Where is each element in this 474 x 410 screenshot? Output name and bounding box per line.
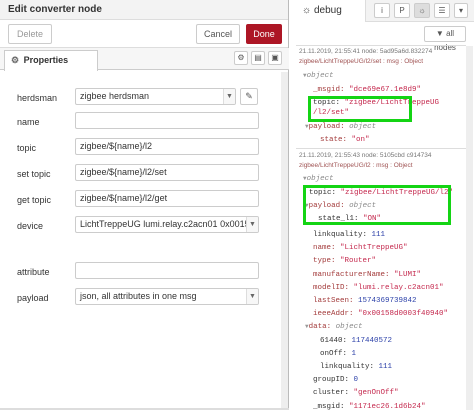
- chevron-down-icon[interactable]: ▾: [454, 3, 468, 18]
- message-meta: 21.11.2019, 21:55:43 node: 5105cbd c9147…: [299, 152, 432, 159]
- tab-properties-label: Properties: [23, 55, 69, 65]
- edit-node-tray: Edit converter node Delete Cancel Done ⚙…: [0, 0, 289, 410]
- bug-icon: ☼: [302, 5, 312, 16]
- tree-row: type: "Router": [313, 257, 377, 265]
- get-topic-label: get topic: [17, 195, 52, 205]
- gear-icon: ⚙: [11, 55, 20, 65]
- tree-row[interactable]: ▼object: [303, 175, 334, 183]
- tab-properties[interactable]: ⚙ Properties: [4, 50, 98, 71]
- tree-row: groupID: 0: [313, 376, 359, 384]
- tree-row: name: "LichtTreppeUG": [313, 244, 408, 252]
- properties-tab-bar: ⚙ Properties ⚙ ▤ ▣: [0, 48, 289, 71]
- tab-debug-label: debug: [313, 5, 342, 16]
- tree-row[interactable]: ▼object: [303, 72, 334, 80]
- config-icon[interactable]: ☰: [434, 3, 450, 18]
- highlight-box: [303, 185, 451, 225]
- payload-select[interactable]: json, all attributes in one msg ▼: [75, 288, 259, 305]
- message-path[interactable]: zigbee/LichtTreppeUG/l2 : msg : Object: [299, 162, 413, 169]
- filter-icon: ▼: [435, 29, 444, 38]
- tray-toolbar: Delete Cancel Done: [0, 20, 288, 48]
- set-topic-input[interactable]: zigbee/${name}/l2/set: [75, 164, 259, 181]
- highlight-box: [308, 96, 412, 122]
- herdsman-select[interactable]: zigbee herdsman ▼: [75, 88, 236, 105]
- info-icon[interactable]: i: [374, 3, 390, 18]
- filter-nodes-button[interactable]: ▼ all nodes: [424, 26, 466, 52]
- debug-filter-bar: ▼ all nodes: [296, 24, 466, 52]
- name-input[interactable]: [75, 112, 259, 129]
- sidebar-header: ☼ debug i P ☼ ☰ ▾: [296, 0, 474, 22]
- tree-row: linkquality: 111: [313, 231, 386, 239]
- payload-label: payload: [17, 293, 49, 303]
- tree-row: 61440: 117440572: [320, 337, 393, 345]
- debug-scrollbar[interactable]: [466, 46, 473, 410]
- set-topic-label: set topic: [17, 169, 51, 179]
- tree-row: modelID: "lumi.relay.c2acn01": [313, 284, 444, 292]
- topic-input[interactable]: zigbee/${name}/l2: [75, 138, 259, 155]
- device-select[interactable]: LichtTreppeUG lumi.relay.c2acn01 0x00158…: [75, 216, 259, 233]
- divider: [296, 148, 466, 149]
- tab-debug[interactable]: ☼ debug: [296, 0, 366, 22]
- tree-row: cluster: "genOnOff": [313, 389, 399, 397]
- tree-row: onOff: 1: [320, 350, 357, 358]
- attribute-label: attribute: [17, 267, 50, 277]
- tree-row[interactable]: ▼payload: object: [305, 123, 376, 131]
- tray-title: Edit converter node: [0, 0, 288, 20]
- herdsman-value: zigbee herdsman: [80, 91, 150, 101]
- chevron-down-icon: ▼: [246, 217, 258, 232]
- device-label: device: [17, 221, 44, 231]
- payload-value: json, all attributes in one msg: [80, 291, 197, 301]
- pencil-icon: ✎: [245, 91, 253, 101]
- help-icon[interactable]: P: [394, 3, 410, 18]
- cancel-button[interactable]: Cancel: [196, 24, 240, 44]
- attribute-select[interactable]: [75, 262, 259, 279]
- tree-row: _msgid: "dce69e67.1e8d9": [313, 86, 422, 94]
- chevron-down-icon: ▼: [223, 89, 235, 104]
- chevron-down-icon: ▼: [246, 289, 258, 304]
- device-value: LichtTreppeUG lumi.relay.c2acn01 0x00158…: [80, 219, 259, 229]
- topic-label: topic: [17, 143, 37, 153]
- message-meta: 21.11.2019, 21:55:41 node: 5ad95a6d.8322…: [299, 48, 433, 55]
- tree-row[interactable]: ▼data: object: [305, 323, 363, 331]
- tree-row: linkquality: 111: [320, 363, 393, 371]
- herdsman-label: herdsman: [17, 93, 58, 103]
- tree-row: _msgid: "1171ec26.1d6b24": [313, 403, 426, 410]
- message-path[interactable]: zigbee/LichtTreppeUG/l2/set : msg : Obje…: [299, 58, 423, 65]
- tree-row: ieeeAddr: "0x00158d0003f40940": [313, 310, 449, 318]
- appearance-icon[interactable]: ▣: [268, 51, 282, 65]
- name-label: name: [17, 117, 40, 127]
- divider: [296, 45, 466, 46]
- edit-herdsman-button[interactable]: ✎: [240, 88, 258, 105]
- description-icon[interactable]: ▤: [251, 51, 265, 65]
- done-button[interactable]: Done: [246, 24, 282, 44]
- delete-button[interactable]: Delete: [8, 24, 52, 44]
- debug-bug-icon[interactable]: ☼: [414, 3, 430, 18]
- tree-row: lastSeen: 1574369739842: [313, 297, 417, 305]
- settings-icon[interactable]: ⚙: [234, 51, 248, 65]
- tree-row: state: "on": [320, 136, 370, 144]
- tree-row: manufacturerName: "LUMI": [313, 271, 422, 279]
- get-topic-input[interactable]: zigbee/${name}/l2/get: [75, 190, 259, 207]
- tray-scrollbar[interactable]: [281, 72, 288, 408]
